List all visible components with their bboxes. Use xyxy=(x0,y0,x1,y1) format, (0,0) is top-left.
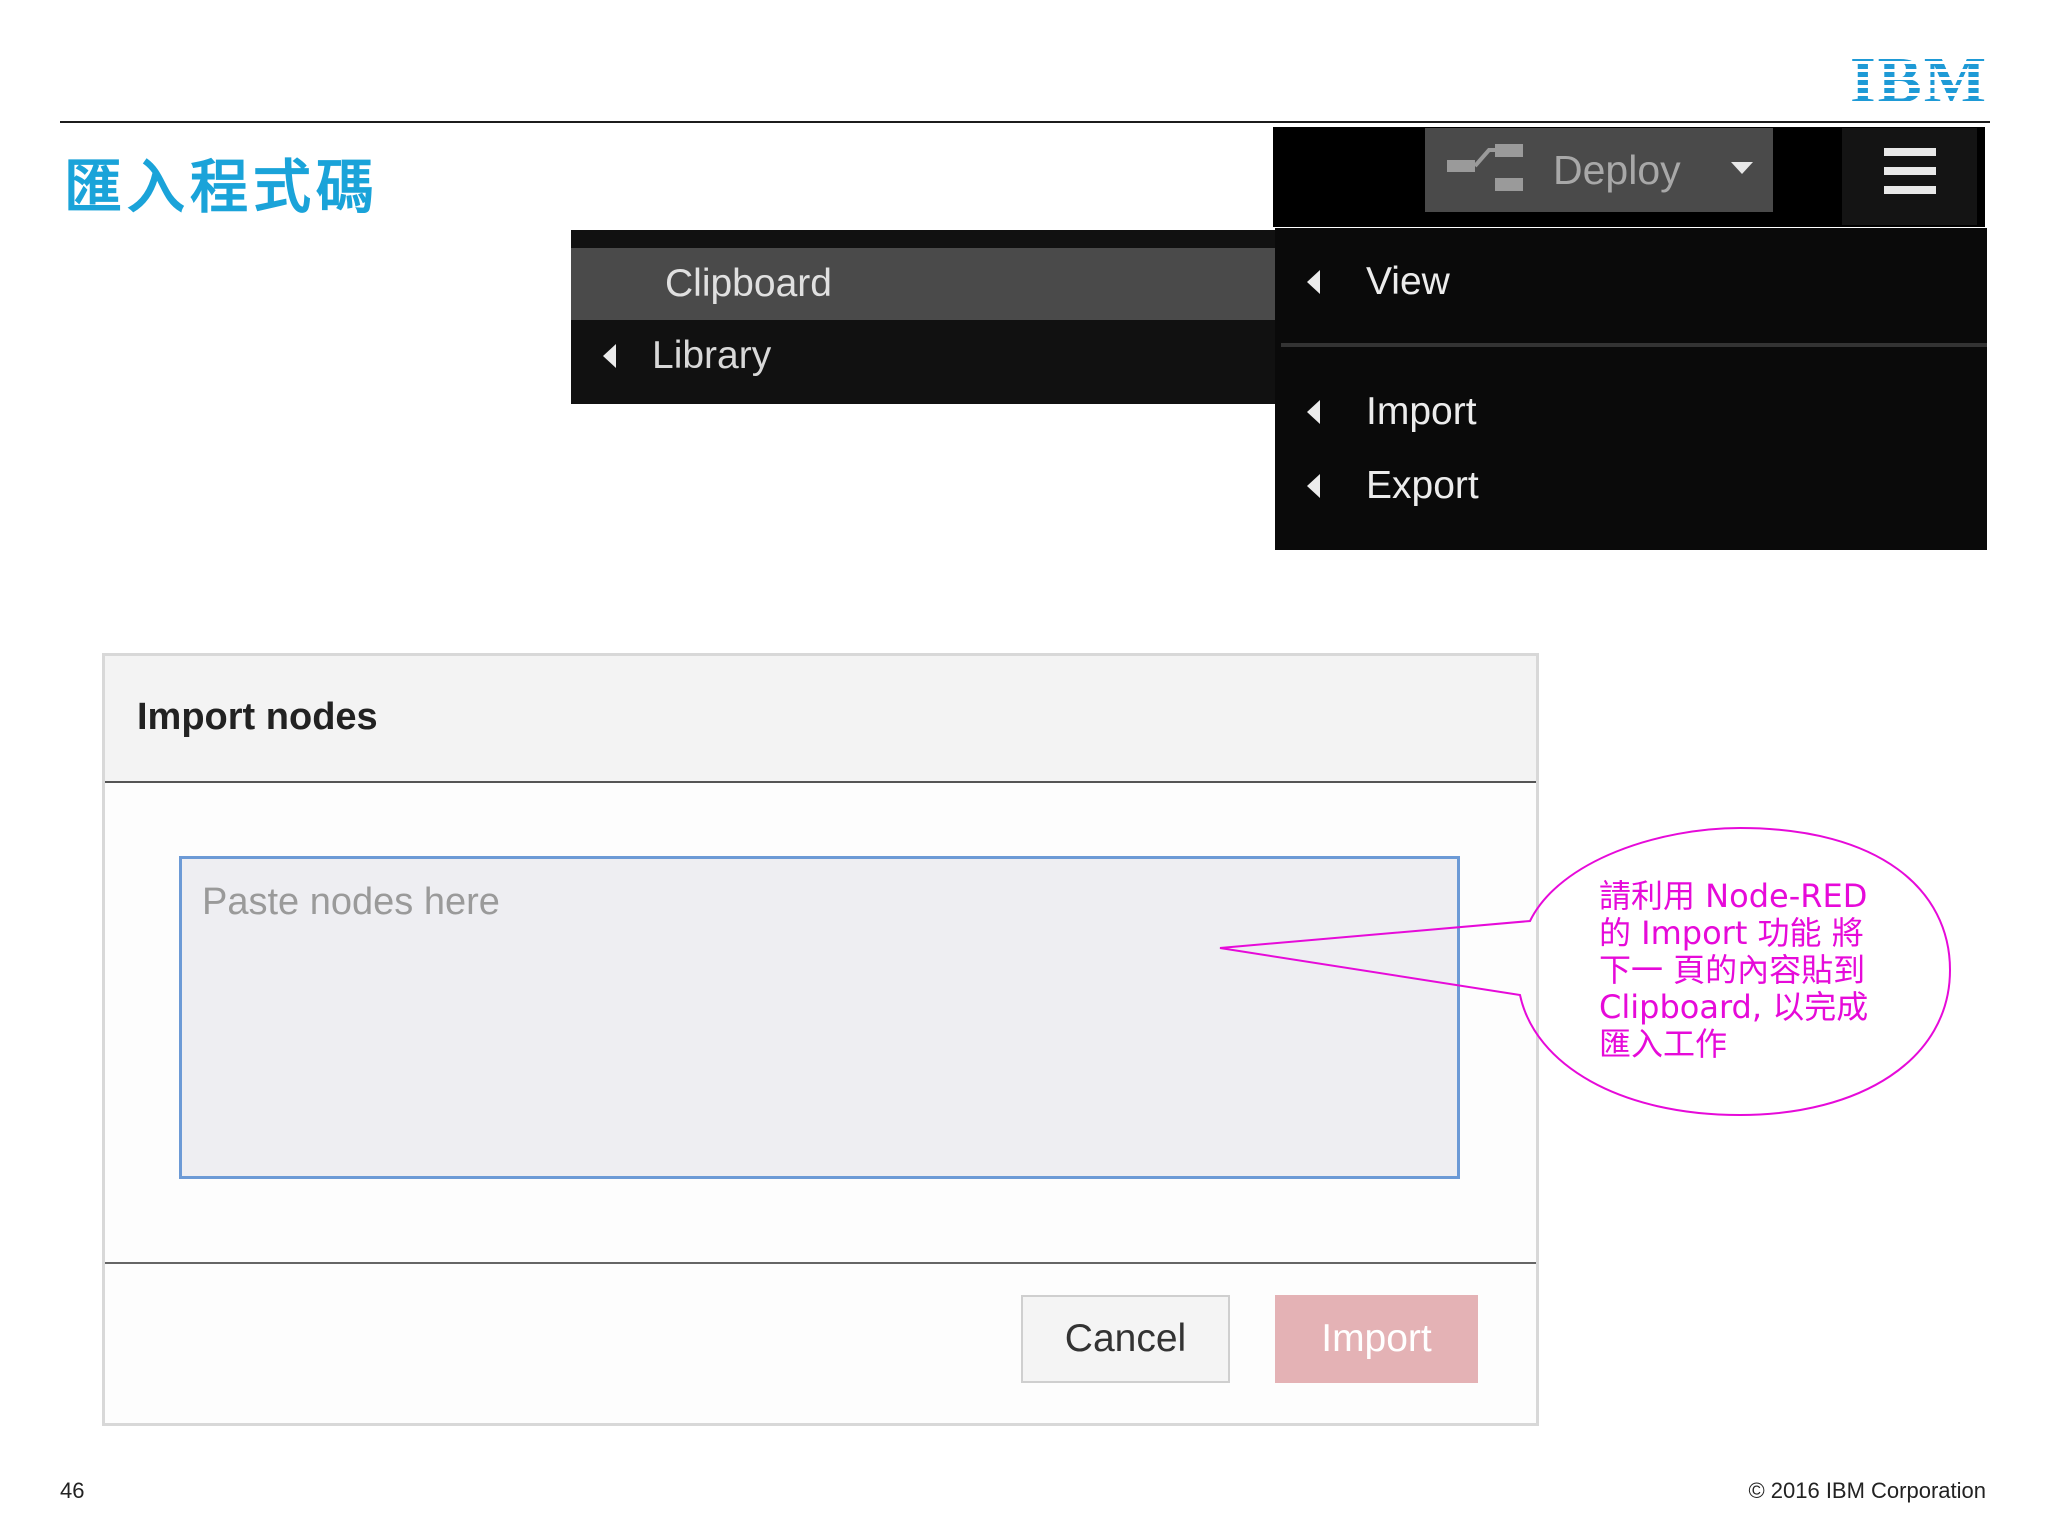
caret-left-icon xyxy=(1307,474,1320,498)
svg-text:IBM: IBM xyxy=(1850,48,1986,108)
dialog-footer-divider xyxy=(105,1262,1536,1264)
hamburger-menu-button[interactable] xyxy=(1842,128,1977,225)
import-button[interactable]: Import xyxy=(1275,1295,1478,1383)
dialog-title: Import nodes xyxy=(137,696,378,738)
caret-down-icon[interactable] xyxy=(1729,159,1755,182)
menu-item-label: Import xyxy=(1366,390,1477,433)
caret-left-icon xyxy=(603,344,616,368)
header-divider xyxy=(60,121,1990,123)
menu-item-import[interactable]: Import xyxy=(1275,376,1987,448)
cancel-button[interactable]: Cancel xyxy=(1021,1295,1230,1383)
menu-item-library[interactable]: Library xyxy=(571,320,1277,392)
deploy-label: Deploy xyxy=(1553,146,1681,193)
ibm-logo: IBM xyxy=(1850,44,1988,117)
page-number: 46 xyxy=(60,1478,85,1503)
deploy-flow-icon xyxy=(1445,140,1525,201)
copyright-notice: © 2016 IBM Corporation xyxy=(1748,1478,1986,1503)
annotation-text: 請利用 Node-RED 的 Import 功能 將下一 頁的內容貼到 Clip… xyxy=(1599,877,1869,1063)
hamburger-menu-icon xyxy=(1884,148,1936,199)
slide-title: 匯入程式碼 xyxy=(64,153,380,221)
import-submenu: Clipboard Library xyxy=(571,230,1277,404)
caret-left-icon xyxy=(1307,270,1320,294)
deploy-button[interactable]: Deploy xyxy=(1425,128,1773,212)
dialog-header: Import nodes xyxy=(105,656,1536,783)
menu-item-export[interactable]: Export xyxy=(1275,450,1987,522)
menu-item-label: View xyxy=(1366,260,1450,303)
menu-item-label: Export xyxy=(1366,464,1479,507)
menu-divider xyxy=(1281,343,1987,347)
menu-item-clipboard[interactable]: Clipboard xyxy=(571,248,1277,320)
main-menu: View Import Export xyxy=(1275,228,1987,550)
menu-item-view[interactable]: View xyxy=(1275,246,1987,318)
caret-left-icon xyxy=(1307,400,1320,424)
menu-item-label: Clipboard xyxy=(665,262,832,305)
menu-item-label: Library xyxy=(652,334,772,377)
